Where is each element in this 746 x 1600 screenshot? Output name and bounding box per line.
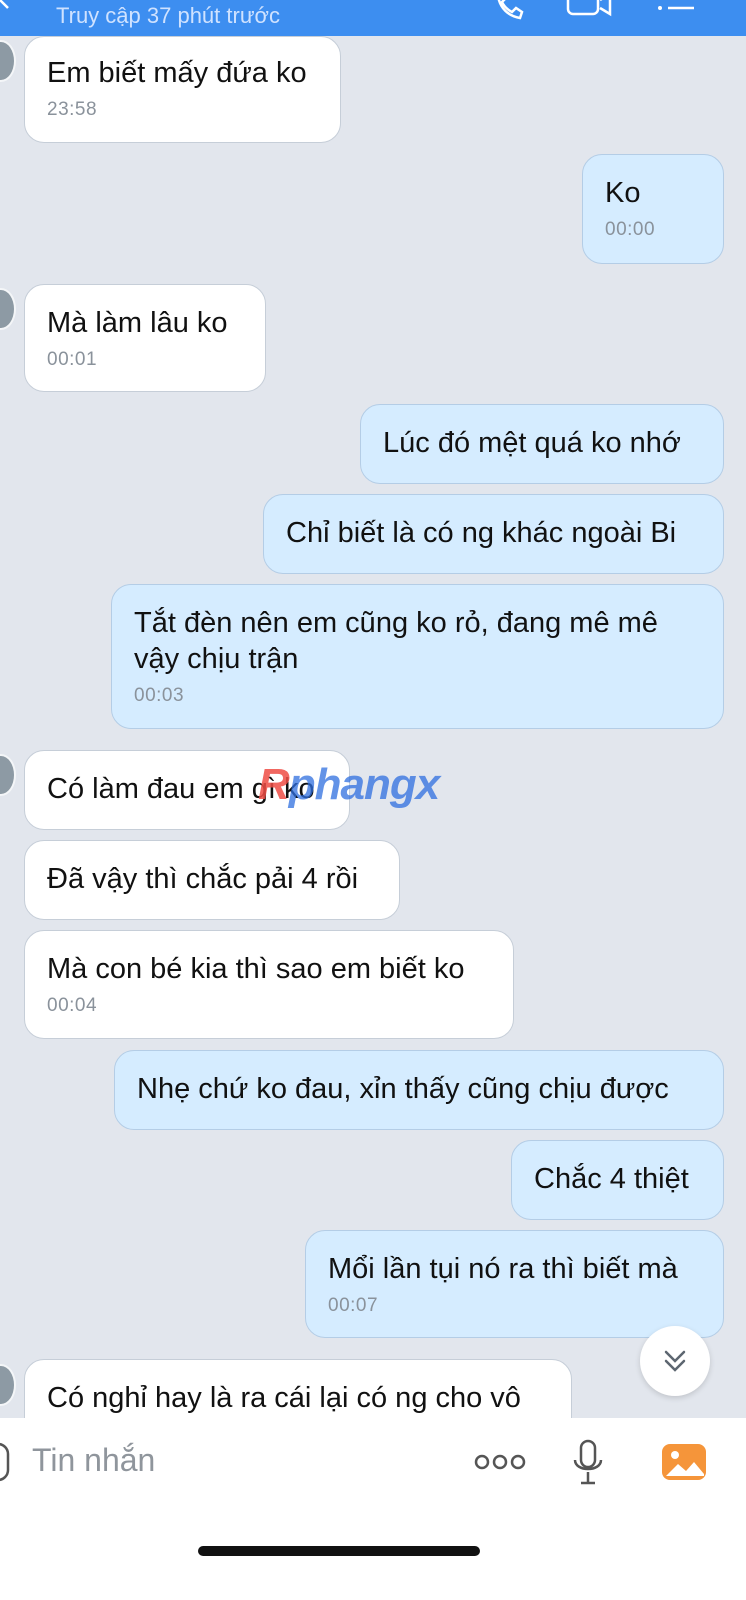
message-text: Chỉ biết là có ng khác ngoài Bi [286,517,677,549]
chevron-double-down-icon [664,1350,686,1372]
message-bubble[interactable]: Ko 00:00 [582,154,724,264]
message-time: 00:01 [47,349,98,370]
message-text: Mà con bé kia thì sao em biết ko [47,953,465,985]
message-list[interactable]: Em biết mấy đứa ko 23:58 Ko 00:00 Mà làm… [0,36,746,1450]
scroll-to-bottom-button[interactable] [640,1326,710,1396]
message-input[interactable]: Tin nhắn [32,1442,155,1479]
avatar[interactable] [0,754,16,796]
message-text: Chắc 4 thiệt [534,1163,689,1195]
watermark-part-1: R [258,760,290,809]
message-text: Đã vậy thì chắc pải 4 rồi [47,863,359,895]
message-composer: Tin nhắn [0,1418,746,1600]
message-text: Nhẹ chứ ko đau, xỉn thấy cũng chịu được [137,1073,669,1105]
image-gallery-icon[interactable] [660,1440,708,1484]
more-dots-icon[interactable] [474,1452,526,1472]
message-text: Tắt đèn nên em cũng ko rỏ, đang mê mê vậ… [134,607,658,675]
message-text: Ko [605,177,641,209]
message-bubble[interactable]: Mà con bé kia thì sao em biết ko 00:04 [24,930,514,1039]
microphone-icon[interactable] [570,1438,606,1488]
message-time: 00:03 [134,685,185,706]
phone-icon[interactable] [494,0,526,22]
message-text: Mà làm lâu ko [47,307,228,339]
last-seen-status: Truy cập 37 phút trước [56,3,280,28]
message-bubble[interactable]: Chỉ biết là có ng khác ngoài Bi [263,494,724,574]
message-time: 00:00 [605,219,656,240]
message-bubble[interactable]: Mổi lần tụi nó ra thì biết mà 00:07 [305,1230,724,1338]
message-text: Mổi lần tụi nó ra thì biết mà [328,1253,678,1285]
message-bubble[interactable]: Chắc 4 thiệt [511,1140,724,1220]
message-bubble[interactable]: Lúc đó mệt quá ko nhớ [360,404,724,484]
watermark-part-2: phangx [288,760,440,809]
home-indicator[interactable] [198,1546,480,1556]
message-bubble[interactable]: Nhẹ chứ ko đau, xỉn thấy cũng chịu được [114,1050,724,1130]
message-time: 00:07 [328,1295,379,1316]
video-camera-icon[interactable] [566,0,614,22]
message-time: 23:58 [47,99,98,120]
message-text: Lúc đó mệt quá ko nhớ [383,427,681,459]
chat-header: Truy cập 37 phút trước [0,0,746,36]
avatar[interactable] [0,1364,16,1406]
avatar[interactable] [0,40,16,82]
emoji-icon[interactable] [0,1440,12,1484]
avatar[interactable] [0,288,16,330]
message-bubble[interactable]: Tắt đèn nên em cũng ko rỏ, đang mê mê vậ… [111,584,724,729]
message-text: Em biết mấy đứa ko [47,57,307,89]
message-bubble[interactable]: Em biết mấy đứa ko 23:58 [24,36,341,143]
list-menu-icon[interactable] [656,0,696,22]
watermark-logo: Rphangx [258,760,440,810]
message-bubble[interactable]: Đã vậy thì chắc pải 4 rồi [24,840,400,920]
message-time: 00:04 [47,995,98,1016]
back-arrow-icon[interactable] [0,0,14,10]
message-text: Có nghỉ hay là ra cái lại có ng cho vô [47,1382,521,1414]
message-bubble[interactable]: Mà làm lâu ko 00:01 [24,284,266,392]
